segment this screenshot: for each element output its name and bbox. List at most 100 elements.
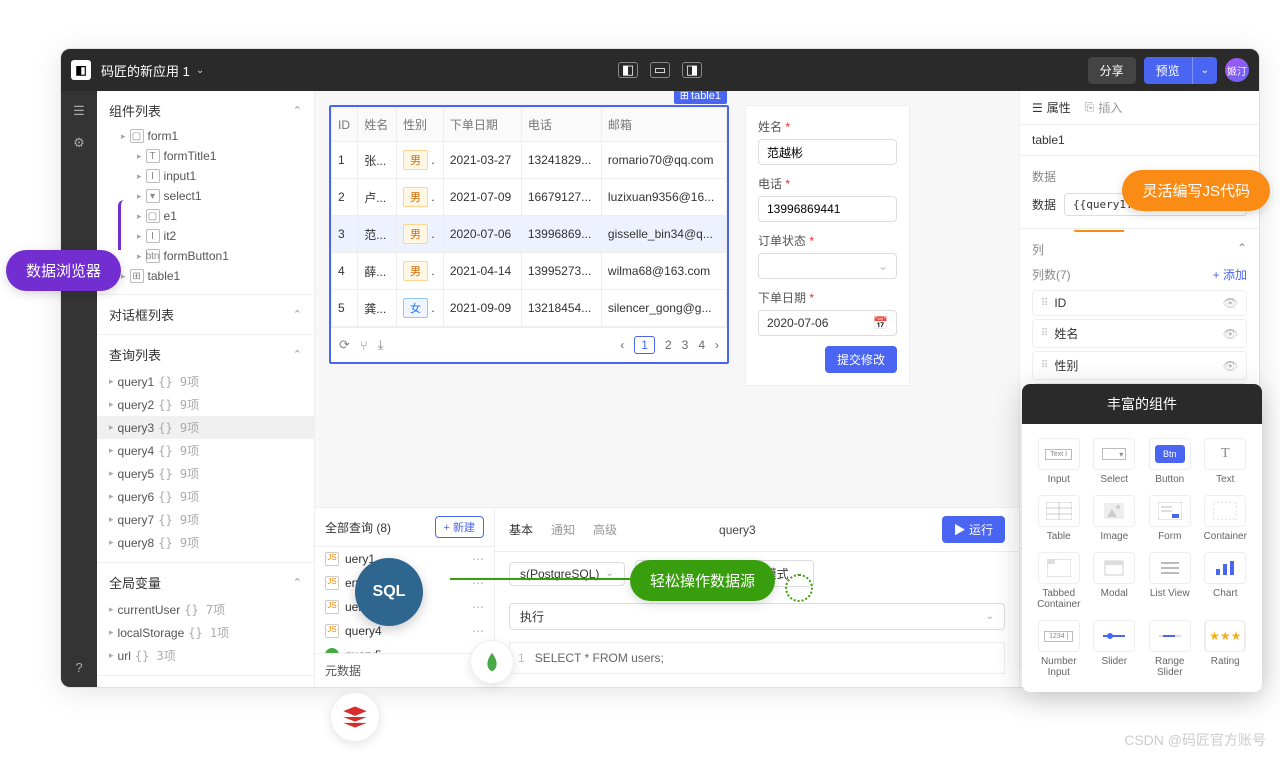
canvas[interactable]: ⊞ table1 ID姓名性别下单日期电话邮箱 1张...男 .2021-03-… [315,91,1019,507]
palette-item[interactable]: Tabbed Container [1032,548,1086,614]
column-header[interactable]: ID [332,108,358,142]
new-query-button[interactable]: + 新建 [435,516,484,538]
query-tree-item[interactable]: ▸query5 {} 9项 [97,462,314,485]
avatar[interactable]: 姬汀 [1225,58,1249,82]
tab-advanced[interactable]: 高级 [593,521,617,538]
tab-notify[interactable]: 通知 [551,521,575,538]
palette-item[interactable]: Range Slider [1143,616,1197,682]
columns-section[interactable]: 列⌃ [1032,237,1247,262]
tablet-icon[interactable]: ▭ [650,62,670,78]
callout-datasource: 轻松操作数据源 [630,560,775,601]
page-1[interactable]: 1 [634,336,655,354]
query-item[interactable]: JSquery4⋯ [315,619,494,643]
query-tree-item[interactable]: ▸query2 {} 9项 [97,393,314,416]
dialogs-header[interactable]: 对话框列表⌃ [97,301,314,328]
name-input[interactable] [758,139,897,165]
components-header[interactable]: 组件列表⌃ [97,97,314,124]
palette-item[interactable]: ★★★Rating [1199,616,1253,682]
filter-icon[interactable]: ⑂ [360,338,368,353]
preview-dropdown[interactable]: ⌄ [1192,57,1217,84]
eye-icon[interactable]: 👁 [1223,296,1238,310]
query-tree-item[interactable]: ▸query6 {} 9项 [97,485,314,508]
column-header[interactable]: 电话 [521,108,601,142]
add-column[interactable]: + 添加 [1213,266,1247,283]
share-button[interactable]: 分享 [1088,57,1136,84]
tree-item[interactable]: ▸⊞table1 [97,266,314,286]
tree-item[interactable]: ▸Iinput1 [97,166,314,186]
preview-button[interactable]: 预览 [1144,57,1192,84]
download-icon[interactable]: ⤓ [378,337,384,353]
tab-basic[interactable]: 基本 [509,521,533,538]
next-page[interactable]: › [715,338,719,352]
global-item[interactable]: ▸url {} 3项 [97,644,314,667]
palette-item[interactable]: TText [1199,434,1253,489]
query-tree-item[interactable]: ▸query8 {} 9项 [97,531,314,554]
column-config-row[interactable]: ⠿姓名👁 [1032,319,1247,348]
palette-item[interactable]: Text IInput [1032,434,1086,489]
help-icon[interactable]: ? [69,657,89,677]
palette-item[interactable]: Chart [1199,548,1253,614]
tab-attributes[interactable]: ☰ 属性 [1032,99,1071,116]
submit-button[interactable]: 提交修改 [825,346,897,373]
trigger-select[interactable]: 执行⌄ [509,603,1005,630]
table-row[interactable]: 2卢...男 .2021-07-0916679127...luzixuan935… [332,179,727,216]
query-tree-item[interactable]: ▸query3 {} 9项 [97,416,314,439]
tel-input[interactable] [758,196,897,222]
tab-insert[interactable]: ⎘ 插入 [1085,99,1123,116]
table-row[interactable]: 1张...男 .2021-03-2713241829...romario70@q… [332,142,727,179]
prev-page[interactable]: ‹ [620,338,624,352]
globals-header[interactable]: 全局变量⌃ [97,569,314,596]
palette-item[interactable]: Modal [1088,548,1142,614]
refresh-icon[interactable]: ⟳ [339,337,350,353]
page-3[interactable]: 3 [682,338,689,352]
tree-icon[interactable]: ☰ [69,101,89,121]
palette-item[interactable]: Container [1199,491,1253,546]
metadata-header[interactable]: 元数据⌃ [315,653,494,687]
form-component[interactable]: 姓名 * 电话 * 订单状态 * ⌄ 下单日期 * 2020-07-06📅 提交… [745,105,910,386]
table-row[interactable]: 5龚...女 .2021-09-0913218454...silencer_go… [332,290,727,327]
query-item[interactable]: query5⋯ [315,643,494,653]
query-tree-item[interactable]: ▸query1 {} 9项 [97,370,314,393]
run-button[interactable]: ▶ 运行 [942,516,1005,543]
table-row[interactable]: 4薛...男 .2021-04-1413995273...wilma68@163… [332,253,727,290]
page-2[interactable]: 2 [665,338,672,352]
left-panel: 组件列表⌃ ▸▢form1▸TformTitle1▸Iinput1▸▾selec… [97,91,315,687]
add-event[interactable]: + 添加 [543,686,577,687]
callout-js-code: 灵活编写JS代码 [1122,170,1270,211]
palette-item[interactable]: Image [1088,491,1142,546]
queries-header[interactable]: 查询列表⌃ [97,341,314,368]
date-input[interactable]: 2020-07-06📅 [758,310,897,336]
eye-icon[interactable]: 👁 [1223,359,1238,373]
column-header[interactable]: 姓名 [358,108,397,142]
palette-item[interactable]: Table [1032,491,1086,546]
column-header[interactable]: 性别 [397,108,444,142]
palette-item[interactable]: Slider [1088,616,1142,682]
global-item[interactable]: ▸currentUser {} 7项 [97,598,314,621]
tree-item[interactable]: ▸TformTitle1 [97,146,314,166]
app-title[interactable]: 码匠的新应用 1 ⌄ [101,61,204,80]
palette-item[interactable]: ▾Select [1088,434,1142,489]
column-header[interactable]: 下单日期 [443,108,521,142]
status-select[interactable]: ⌄ [758,253,897,279]
column-header[interactable]: 邮箱 [601,108,726,142]
palette-item[interactable]: Form [1143,491,1197,546]
page-4[interactable]: 4 [698,338,705,352]
gear-icon[interactable]: ⚙ [69,133,89,153]
mobile-icon[interactable]: ◨ [682,62,702,78]
palette-item[interactable]: List View [1143,548,1197,614]
query-tree-item[interactable]: ▸query7 {} 9项 [97,508,314,531]
column-config-row[interactable]: ⠿ID👁 [1032,290,1247,316]
palette-item[interactable]: 1234 |Number Input [1032,616,1086,682]
table-component[interactable]: ⊞ table1 ID姓名性别下单日期电话邮箱 1张...男 .2021-03-… [329,105,729,364]
datasource-select[interactable]: s(PostgreSQL)⌄ [509,562,625,586]
column-config-row[interactable]: ⠿性别👁 [1032,351,1247,380]
eye-icon[interactable]: 👁 [1223,327,1238,341]
table-row[interactable]: 3范...男 .2020-07-0613996869...gisselle_bi… [332,216,727,253]
desktop-icon[interactable]: ◧ [618,62,638,78]
event-label: 事件 [509,686,533,687]
tree-item[interactable]: ▸▢form1 [97,126,314,146]
global-item[interactable]: ▸localStorage {} 1项 [97,621,314,644]
query-tree-item[interactable]: ▸query4 {} 9项 [97,439,314,462]
palette-item[interactable]: BtnButton [1143,434,1197,489]
code-editor[interactable]: 1SELECT * FROM users; [509,642,1005,674]
